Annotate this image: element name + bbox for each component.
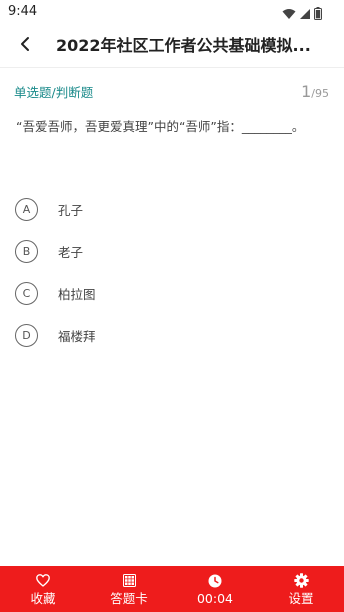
option-letter: B: [15, 239, 38, 263]
tab-timer[interactable]: 00:04: [172, 566, 258, 612]
question-current: 1: [301, 82, 312, 101]
option-text: 福楼拜: [58, 328, 96, 344]
option-a[interactable]: A 孔子: [15, 188, 329, 230]
option-list: A 孔子 B 老子 C 柏拉图 D 福楼拜: [15, 188, 329, 356]
status-bar: 9:44: [0, 0, 344, 24]
question-type: 单选题/判断题: [14, 85, 94, 100]
wifi-icon: [282, 5, 296, 24]
option-letter: C: [15, 281, 38, 305]
tab-favorite-label: 收藏: [30, 590, 56, 606]
status-time: 9:44: [8, 4, 38, 19]
tab-settings-label: 设置: [288, 590, 314, 606]
grid-icon: [122, 573, 136, 589]
page-title: 2022年社区工作者公共基础模拟...: [56, 36, 311, 55]
question-total: /95: [311, 87, 329, 100]
nav-bar: 2022年社区工作者公共基础模拟...: [0, 24, 344, 68]
question-counter: 1/95: [301, 82, 329, 101]
clock-icon: [208, 573, 222, 589]
back-button[interactable]: [14, 35, 36, 57]
question-text: “吾爱吾师，吾更爱真理”中的“吾师”指：________。: [16, 119, 305, 134]
bottom-tab-bar: 收藏 答题卡 00:04 设置: [0, 566, 344, 612]
option-text: 柏拉图: [58, 286, 96, 302]
signal-icon: [299, 5, 311, 24]
tab-settings[interactable]: 设置: [258, 566, 344, 612]
status-icons: [282, 5, 322, 24]
option-d[interactable]: D 福楼拜: [15, 314, 329, 356]
timer-value: 00:04: [196, 590, 234, 606]
tab-answer-card[interactable]: 答题卡: [86, 566, 172, 612]
option-b[interactable]: B 老子: [15, 230, 329, 272]
option-text: 老子: [58, 244, 84, 260]
heart-icon: [36, 573, 50, 589]
battery-icon: [314, 5, 322, 24]
gear-icon: [293, 573, 309, 589]
option-letter: A: [15, 197, 38, 221]
option-c[interactable]: C 柏拉图: [15, 272, 329, 314]
tab-answer-card-label: 答题卡: [110, 590, 148, 606]
option-letter: D: [15, 323, 38, 347]
chevron-left-icon: [19, 36, 31, 56]
option-text: 孔子: [58, 202, 84, 218]
tab-favorite[interactable]: 收藏: [0, 566, 86, 612]
